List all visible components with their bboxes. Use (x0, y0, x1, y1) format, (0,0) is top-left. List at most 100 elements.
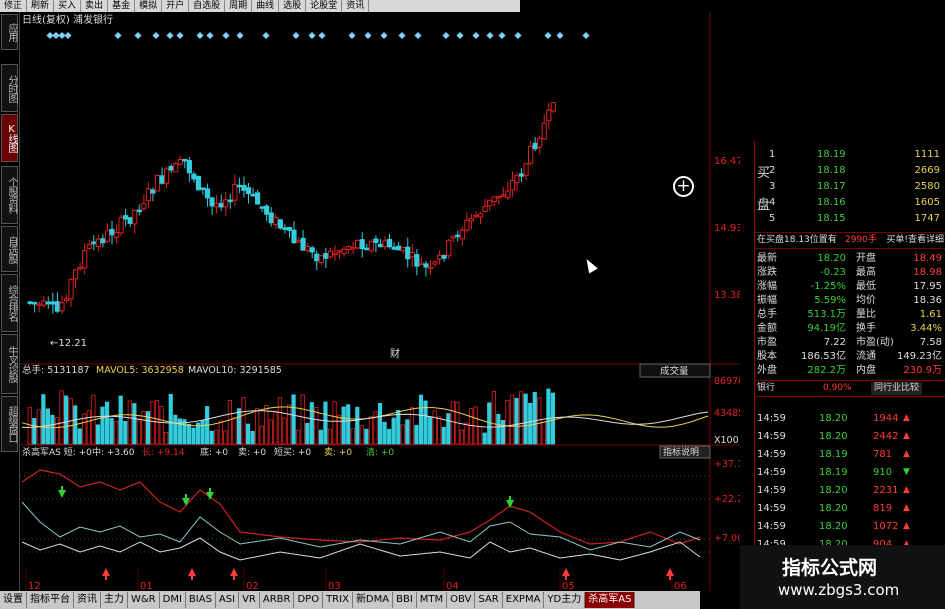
quote-stat-value: 513.1万 (807, 309, 846, 320)
toolbar-button[interactable]: 买入 (54, 0, 82, 12)
candle-body (477, 213, 484, 218)
toolbar-button[interactable]: 资讯 (342, 0, 370, 12)
toolbar-button[interactable]: 曲线 (252, 0, 280, 12)
buy-arrow-icon (188, 568, 196, 576)
time-axis-label: 01 (140, 581, 153, 591)
quote-stat-value: 282.2万 (807, 365, 846, 376)
indicator-tab[interactable]: ASI (216, 592, 240, 608)
indicator-tab[interactable]: SAR (475, 592, 503, 608)
indicator-tab[interactable]: DPO (294, 592, 324, 608)
trade-row: 14:59 18.19 781 ▲ (755, 448, 945, 461)
left-tab[interactable]: 综合排名 (1, 274, 18, 332)
indicator-tab[interactable]: 新DMA (353, 592, 394, 608)
toolbar-button[interactable]: 刷新 (27, 0, 55, 12)
quote-stat-row: 总手 513.1万 量比 1.61 (755, 308, 945, 321)
indicator-tab[interactable]: VR (239, 592, 260, 608)
candle-body (409, 252, 415, 258)
indicator-tab[interactable]: YD主力 (544, 592, 586, 608)
candle-body (173, 163, 179, 173)
left-tab[interactable]: 应用 (1, 14, 18, 50)
toolbar-button[interactable]: 卖出 (81, 0, 109, 12)
toolbar-button[interactable]: 修正 (0, 0, 28, 12)
order-volume: 1111 (914, 149, 940, 160)
signal-diamond (64, 31, 72, 40)
candle-body (118, 216, 124, 234)
indicator-tab[interactable]: ARBR (260, 592, 295, 608)
sector-compare-button[interactable]: 同行业比较 (871, 382, 923, 395)
left-tab[interactable]: 超级盘口 (1, 396, 18, 452)
indicator-short-buy: 短买: +0 (274, 446, 311, 458)
candle-body (191, 173, 197, 180)
volume-bar (318, 429, 324, 445)
volume-bar (100, 406, 105, 445)
left-tab[interactable]: 牛叉诊股 (1, 334, 18, 394)
time-axis-label: 03 (328, 581, 341, 591)
volume-dropdown[interactable]: 成交量 (639, 363, 711, 378)
indicator-tab[interactable]: MTM (417, 592, 448, 608)
signal-diamond (166, 31, 174, 40)
arrow-stem (233, 576, 235, 580)
candle-body (514, 175, 520, 184)
quote-stat-value: 1.61 (919, 309, 942, 320)
crosshair-icon[interactable]: + (673, 176, 694, 197)
indicator-tab[interactable]: W&R (128, 592, 160, 608)
order-detail-link[interactable]: 买单!查看详细 (886, 234, 944, 247)
signal-diamond (348, 31, 356, 40)
toolbar-button[interactable]: 基金 (108, 0, 136, 12)
volume-bar (286, 404, 292, 445)
left-tab[interactable]: 自选股 (1, 226, 18, 272)
indicator-help-button[interactable]: 指标说明 (659, 445, 711, 459)
volume-bar (59, 390, 64, 445)
toolbar-button[interactable]: 论股堂 (306, 0, 343, 12)
quote-stat-value: 3.44% (910, 323, 942, 334)
volume-bar (468, 408, 474, 445)
indicator-tab[interactable]: 指标平台 (27, 592, 74, 608)
candle-body (223, 199, 229, 208)
toolbar-button[interactable]: 自选股 (189, 0, 226, 12)
quote-stat-value: 7.58 (919, 337, 942, 348)
indicator-tab[interactable]: OBV (447, 592, 476, 608)
candle-body (227, 199, 233, 203)
volume-bar (528, 402, 533, 445)
left-tab[interactable]: K线图 (1, 114, 18, 162)
volume-bar (305, 423, 310, 445)
toolbar-button[interactable]: 周期 (225, 0, 253, 12)
volume-bar (259, 425, 264, 445)
indicator-tab[interactable]: 杀高军AS (585, 592, 636, 608)
candle-body (145, 188, 152, 202)
volume-bar (200, 420, 205, 445)
volume-bar (346, 404, 351, 445)
indicator-mid-line (21, 501, 701, 551)
toolbar-button[interactable]: 模拟 (135, 0, 163, 12)
signal-diamond (222, 31, 230, 40)
left-tab[interactable]: 个股资料 (1, 166, 18, 224)
divider (755, 232, 945, 233)
candle-body (136, 209, 142, 213)
candle-body (109, 228, 115, 236)
signal-diamond (318, 31, 326, 40)
volume-bar (396, 409, 401, 445)
indicator-tab[interactable]: 主力 (101, 592, 128, 608)
volume-bar (518, 391, 524, 445)
candle-body (391, 246, 397, 250)
candle-body (127, 217, 133, 224)
signal-diamond (292, 31, 300, 40)
indicator-tab[interactable]: TRIX (323, 592, 353, 608)
kline-chart-area[interactable]: 日线(复权) 浦发银行 16.47 14.93 13.38 ←12.21 财总手: 513… (20, 12, 740, 591)
candle-body (459, 229, 465, 240)
volume-bar (368, 416, 374, 445)
indicator-tab[interactable]: BIAS (186, 592, 216, 608)
indicator-tab[interactable]: BBI (393, 592, 417, 608)
left-tab[interactable]: 分时图 (1, 64, 18, 112)
quote-stat-value: 7.22 (823, 337, 846, 348)
indicator-tab[interactable]: 设置 (0, 592, 27, 608)
watermark-title: 指标公式网 (782, 557, 878, 579)
candle-body (314, 253, 320, 262)
toolbar-button[interactable]: 开户 (162, 0, 190, 12)
indicator-tab[interactable]: DMI (160, 592, 186, 608)
indicator-long: 长: +9.14 (142, 446, 185, 458)
indicator-tab[interactable]: EXPMA (503, 592, 545, 608)
indicator-tab[interactable]: 资讯 (74, 592, 101, 608)
toolbar-button[interactable]: 选股 (279, 0, 307, 12)
volume-bar (418, 394, 424, 445)
